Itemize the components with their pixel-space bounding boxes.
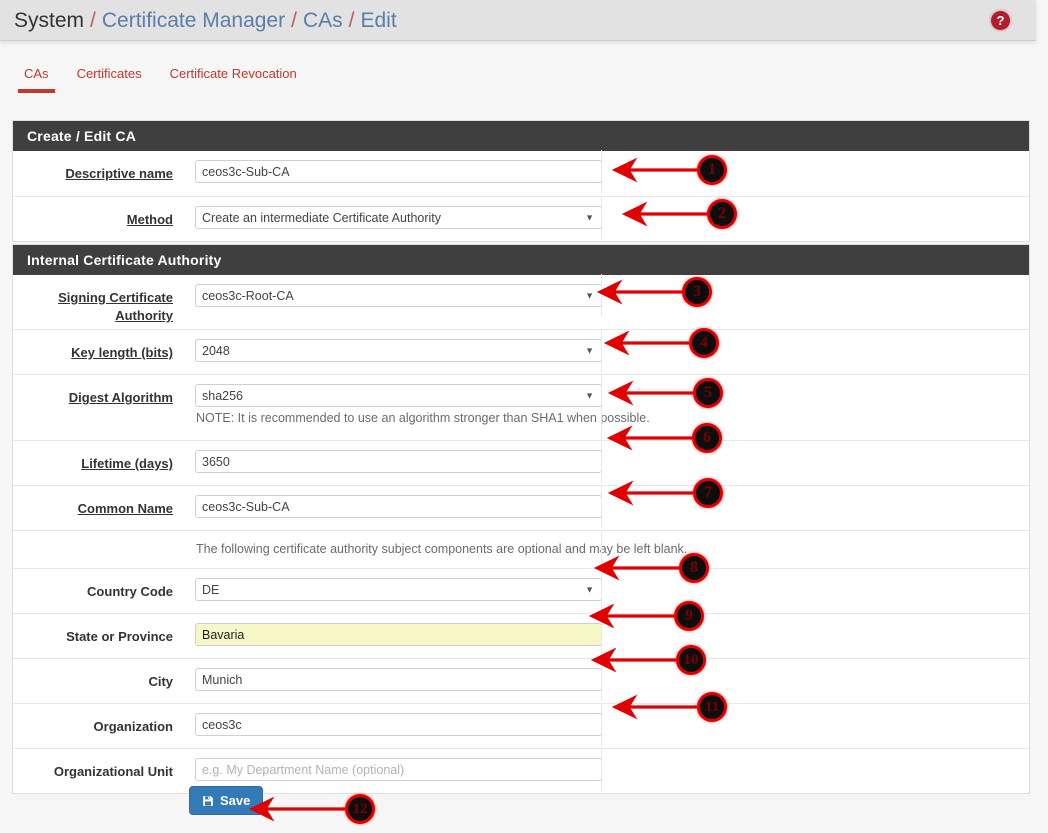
- digest-algorithm-select[interactable]: sha256 ▼: [195, 384, 602, 407]
- breadcrumb-bar: System / Certificate Manager / CAs / Edi…: [0, 0, 1036, 41]
- label-signing-certificate-authority: Signing Certificate Authority: [13, 275, 183, 325]
- label-key-length: Key length (bits): [13, 330, 183, 362]
- method-select[interactable]: Create an intermediate Certificate Autho…: [195, 206, 602, 229]
- label-country-code: Country Code: [13, 569, 183, 601]
- row-lifetime-days: Lifetime (days): [13, 440, 1029, 485]
- save-button-wrapper: Save: [189, 786, 263, 815]
- digest-algorithm-note: NOTE: It is recommended to use an algori…: [195, 407, 1029, 431]
- control-city: [183, 659, 1029, 700]
- row-country-code: Country Code DE ▼: [13, 568, 1029, 613]
- city-input[interactable]: [195, 668, 602, 691]
- signing-certificate-authority-select[interactable]: ceos3c-Root-CA ▼: [195, 284, 602, 307]
- row-organizational-unit: Organizational Unit: [13, 748, 1029, 793]
- breadcrumb-separator: /: [291, 9, 297, 33]
- panel-title-internal-ca: Internal Certificate Authority: [13, 245, 1029, 275]
- control-lifetime-days: [183, 441, 1029, 482]
- breadcrumb-item-edit[interactable]: Edit: [360, 9, 396, 33]
- panel-title-create-edit-ca: Create / Edit CA: [13, 121, 1029, 151]
- tab-bar: CAs Certificates Certificate Revocation: [0, 60, 1036, 96]
- row-descriptive-name: Descriptive name: [13, 151, 1029, 196]
- digest-algorithm-select-value: sha256: [202, 389, 243, 403]
- save-button-label: Save: [220, 793, 250, 808]
- annotation-badge-12: 12: [345, 794, 375, 824]
- row-state-or-province: State or Province: [13, 613, 1029, 658]
- chevron-down-icon: ▼: [585, 286, 594, 305]
- control-key-length: 2048 ▼: [183, 330, 1029, 371]
- row-method: Method Create an intermediate Certificat…: [13, 196, 1029, 241]
- label-descriptive-name: Descriptive name: [13, 151, 183, 183]
- control-digest-algorithm: sha256 ▼ NOTE: It is recommended to use …: [183, 375, 1029, 440]
- key-length-select-value: 2048: [202, 344, 230, 358]
- organization-input[interactable]: [195, 713, 602, 736]
- breadcrumb: System / Certificate Manager / CAs / Edi…: [14, 0, 397, 41]
- save-floppy-icon: [202, 795, 214, 807]
- tab-certificate-revocation[interactable]: Certificate Revocation: [156, 60, 311, 81]
- breadcrumb-separator: /: [349, 9, 355, 33]
- control-descriptive-name: [183, 151, 1029, 192]
- label-common-name: Common Name: [13, 486, 183, 518]
- country-code-select-value: DE: [202, 583, 219, 597]
- state-or-province-input[interactable]: [195, 623, 602, 646]
- row-signing-certificate-authority: Signing Certificate Authority ceos3c-Roo…: [13, 275, 1029, 329]
- organizational-unit-input[interactable]: [195, 758, 602, 781]
- country-code-select[interactable]: DE ▼: [195, 578, 602, 601]
- optional-components-note: The following certificate authority subj…: [195, 535, 1029, 562]
- label-organizational-unit: Organizational Unit: [13, 749, 183, 781]
- common-name-input[interactable]: [195, 495, 602, 518]
- row-organization: Organization: [13, 703, 1029, 748]
- pfsense-certificate-manager-page: System / Certificate Manager / CAs / Edi…: [0, 0, 1048, 833]
- label-spacer: [13, 531, 183, 545]
- control-optional-components-note: The following certificate authority subj…: [183, 531, 1029, 568]
- breadcrumb-separator: /: [90, 9, 96, 33]
- tab-certificates[interactable]: Certificates: [63, 60, 156, 81]
- signing-ca-select-value: ceos3c-Root-CA: [202, 289, 294, 303]
- control-country-code: DE ▼: [183, 569, 1029, 610]
- descriptive-name-input[interactable]: [195, 160, 602, 183]
- panel-create-edit-ca: Create / Edit CA Descriptive name Method…: [12, 120, 1030, 242]
- breadcrumb-item-certificate-manager[interactable]: Certificate Manager: [102, 9, 285, 33]
- label-organization: Organization: [13, 704, 183, 736]
- label-state-or-province: State or Province: [13, 614, 183, 646]
- control-state-or-province: [183, 614, 1029, 655]
- control-signing-certificate-authority: ceos3c-Root-CA ▼: [183, 275, 1029, 316]
- chevron-down-icon: ▼: [585, 341, 594, 360]
- chevron-down-icon: ▼: [585, 208, 594, 227]
- chevron-down-icon: ▼: [585, 580, 594, 599]
- breadcrumb-item-cas[interactable]: CAs: [303, 9, 343, 33]
- label-method: Method: [13, 197, 183, 229]
- control-organizational-unit: [183, 749, 1029, 790]
- row-optional-components-note: The following certificate authority subj…: [13, 530, 1029, 568]
- method-select-value: Create an intermediate Certificate Autho…: [202, 211, 441, 225]
- chevron-down-icon: ▼: [585, 386, 594, 405]
- row-digest-algorithm: Digest Algorithm sha256 ▼ NOTE: It is re…: [13, 374, 1029, 440]
- control-organization: [183, 704, 1029, 745]
- row-common-name: Common Name: [13, 485, 1029, 530]
- control-common-name: [183, 486, 1029, 527]
- save-button[interactable]: Save: [189, 786, 263, 815]
- label-city: City: [13, 659, 183, 691]
- label-digest-algorithm: Digest Algorithm: [13, 375, 183, 407]
- key-length-select[interactable]: 2048 ▼: [195, 339, 602, 362]
- row-key-length: Key length (bits) 2048 ▼: [13, 329, 1029, 374]
- panel-internal-certificate-authority: Internal Certificate Authority Signing C…: [12, 244, 1030, 794]
- tab-cas[interactable]: CAs: [10, 60, 63, 81]
- help-question-mark-icon[interactable]: ?: [991, 11, 1010, 30]
- label-lifetime-days: Lifetime (days): [13, 441, 183, 473]
- breadcrumb-root: System: [14, 9, 84, 33]
- row-city: City: [13, 658, 1029, 703]
- control-method: Create an intermediate Certificate Autho…: [183, 197, 1029, 238]
- lifetime-days-input[interactable]: [195, 450, 602, 473]
